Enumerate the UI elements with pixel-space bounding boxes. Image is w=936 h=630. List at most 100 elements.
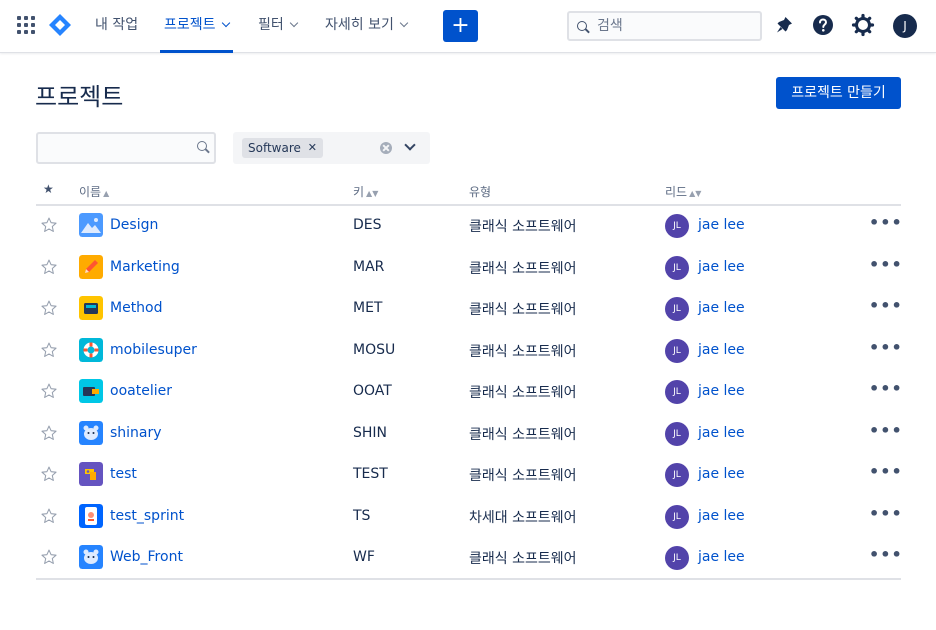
project-key: MET: [353, 300, 383, 316]
project-key: MAR: [353, 258, 385, 275]
search-input[interactable]: 검색: [567, 11, 762, 41]
create-button[interactable]: +: [443, 10, 478, 42]
project-type: 클래식 소프트웨어: [469, 260, 577, 277]
header-name-label: 이름: [79, 185, 102, 199]
lead-avatar[interactable]: JL: [665, 297, 689, 321]
project-type: 클래식 소프트웨어: [469, 302, 577, 318]
project-name-link[interactable]: Method: [110, 300, 163, 316]
star-icon[interactable]: [40, 465, 58, 483]
project-name-link[interactable]: Marketing: [110, 259, 180, 275]
star-icon[interactable]: [40, 382, 58, 400]
lead-name-link[interactable]: jae lee: [698, 300, 745, 316]
star-icon[interactable]: [40, 507, 58, 525]
lead-name-link[interactable]: jae lee: [698, 342, 745, 358]
lead-name-link[interactable]: jae lee: [698, 217, 745, 233]
create-project-button[interactable]: 프로젝트 만들기: [776, 77, 901, 109]
header-lead-label: 리드: [665, 185, 688, 199]
more-actions-icon[interactable]: •••: [869, 545, 903, 564]
jira-logo-icon[interactable]: [48, 13, 72, 37]
settings-icon[interactable]: [851, 13, 875, 37]
project-key: TS: [353, 507, 371, 524]
project-type: 클래식 소프트웨어: [469, 385, 577, 401]
project-key: TEST: [353, 466, 388, 482]
nav-more[interactable]: 자세히 보기: [325, 0, 409, 53]
lead-avatar[interactable]: JL: [665, 380, 689, 404]
lead-avatar[interactable]: JL: [665, 504, 689, 529]
header-type: 유형: [469, 185, 492, 199]
project-name-link[interactable]: ooatelier: [110, 383, 172, 399]
project-name-link[interactable]: test: [110, 466, 137, 482]
app-switcher-icon[interactable]: [17, 16, 35, 34]
clear-filter-icon[interactable]: [380, 142, 392, 154]
project-name-link[interactable]: mobilesuper: [110, 342, 197, 358]
more-actions-icon[interactable]: •••: [869, 338, 903, 357]
project-name-link[interactable]: shinary: [110, 425, 162, 441]
lead-name-link[interactable]: jae lee: [698, 466, 745, 482]
more-actions-icon[interactable]: •••: [869, 213, 903, 232]
nav-filters-label: 필터: [258, 17, 284, 33]
sort-icon: ▲▼: [689, 189, 702, 198]
nav-filters[interactable]: 필터: [258, 0, 299, 53]
remove-chip-icon[interactable]: ✕: [308, 138, 317, 158]
project-type: 클래식 소프트웨어: [469, 468, 577, 484]
top-navigation: 내 작업 프로젝트 필터 자세히 보기 + 검색 J: [0, 0, 936, 53]
nav-my-work-label: 내 작업: [95, 17, 139, 33]
more-actions-icon[interactable]: •••: [869, 421, 903, 440]
nav-my-work[interactable]: 내 작업: [95, 0, 138, 53]
star-icon[interactable]: [40, 258, 58, 276]
project-name-link[interactable]: Design: [110, 217, 158, 233]
nav-projects[interactable]: 프로젝트: [160, 0, 233, 53]
nav-more-label: 자세히 보기: [325, 17, 394, 33]
project-key: WF: [353, 549, 375, 565]
chevron-down-icon[interactable]: [404, 139, 416, 151]
user-avatar[interactable]: J: [893, 14, 917, 38]
header-key-label: 키: [353, 185, 365, 199]
more-actions-icon[interactable]: •••: [869, 504, 903, 523]
lead-avatar[interactable]: JL: [665, 255, 689, 280]
sort-ascending-icon: ▲: [103, 189, 110, 198]
more-actions-icon[interactable]: •••: [869, 296, 903, 315]
lead-avatar[interactable]: JL: [665, 421, 689, 446]
table-row: Marketing MAR 클래식 소프트웨어 JL jae lee •••: [36, 247, 903, 288]
project-name-link[interactable]: test_sprint: [110, 508, 184, 524]
star-icon[interactable]: [40, 424, 58, 442]
project-search-input[interactable]: [36, 132, 216, 164]
lead-avatar[interactable]: JL: [665, 546, 689, 570]
project-key: SHIN: [353, 424, 388, 441]
more-actions-icon[interactable]: •••: [869, 379, 903, 398]
lead-name-link[interactable]: jae lee: [698, 383, 745, 399]
project-type: 클래식 소프트웨어: [469, 343, 577, 360]
lead-name-link[interactable]: jae lee: [698, 259, 745, 275]
project-type: 클래식 소프트웨어: [469, 219, 577, 235]
more-actions-icon[interactable]: •••: [869, 255, 903, 274]
lead-name-link[interactable]: jae lee: [698, 508, 745, 524]
filter-chip-software: Software ✕: [242, 138, 323, 158]
table-row: Web_Front WF 클래식 소프트웨어 JL jae lee •••: [36, 537, 903, 578]
lead-avatar[interactable]: JL: [665, 338, 689, 363]
project-avatar-icon: [79, 462, 103, 486]
lead-name-link[interactable]: jae lee: [698, 425, 745, 441]
search-icon: [577, 21, 587, 31]
table-row: shinary SHIN 클래식 소프트웨어 JL jae lee •••: [36, 413, 903, 454]
project-name-link[interactable]: Web_Front: [110, 549, 183, 565]
lead-name-link[interactable]: jae lee: [698, 549, 745, 565]
nav-projects-label: 프로젝트: [164, 17, 216, 33]
project-avatar-icon: [79, 379, 103, 403]
notification-icon[interactable]: [772, 13, 796, 37]
table-row: ooatelier OOAT 클래식 소프트웨어 JL jae lee •••: [36, 371, 903, 412]
star-icon[interactable]: [40, 216, 58, 234]
project-avatar-icon: [79, 420, 103, 445]
star-icon[interactable]: [40, 299, 58, 317]
header-name[interactable]: 이름 ▲: [79, 183, 109, 200]
more-actions-icon[interactable]: •••: [869, 462, 903, 481]
lead-avatar[interactable]: JL: [665, 214, 689, 238]
project-type-filter[interactable]: Software ✕: [233, 132, 430, 164]
help-icon[interactable]: [811, 13, 835, 37]
lead-avatar[interactable]: JL: [665, 463, 689, 487]
header-lead[interactable]: 리드 ▲▼: [665, 183, 701, 200]
star-icon[interactable]: [40, 548, 58, 566]
star-icon[interactable]: [40, 341, 58, 359]
page-title: 프로젝트: [35, 83, 124, 111]
header-key[interactable]: 키 ▲▼: [353, 183, 378, 200]
chevron-down-icon: [289, 18, 299, 28]
